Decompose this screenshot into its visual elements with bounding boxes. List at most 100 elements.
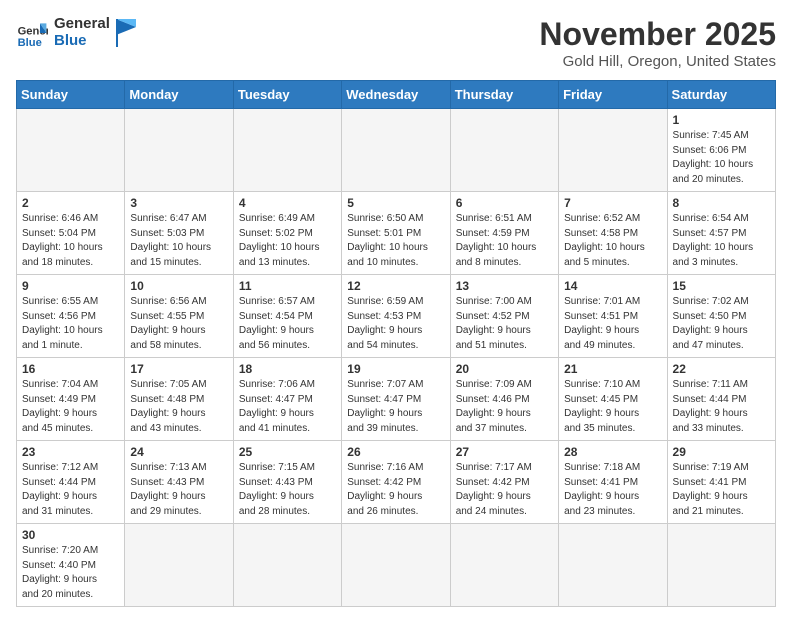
day-number: 26 xyxy=(347,445,444,459)
day-number: 9 xyxy=(22,279,119,293)
calendar-cell xyxy=(233,109,341,192)
calendar-week-row: 9 Sunrise: 6:55 AM Sunset: 4:56 PM Daylig… xyxy=(17,275,776,358)
calendar-cell: 20 Sunrise: 7:09 AM Sunset: 4:46 PM Dayli… xyxy=(450,358,558,441)
day-number: 8 xyxy=(673,196,770,210)
logo-flag-icon xyxy=(116,19,136,47)
day-number: 10 xyxy=(130,279,227,293)
calendar-cell: 30Sunrise: 7:20 AM Sunset: 4:40 PM Dayli… xyxy=(17,524,125,607)
calendar-table: SundayMondayTuesdayWednesdayThursdayFrid… xyxy=(16,80,776,607)
day-number: 13 xyxy=(456,279,553,293)
day-number: 21 xyxy=(564,362,661,376)
day-number: 12 xyxy=(347,279,444,293)
calendar-cell: 26 Sunrise: 7:16 AM Sunset: 4:42 PM Dayli… xyxy=(342,441,450,524)
svg-text:Blue: Blue xyxy=(18,36,42,48)
calendar-cell: 19 Sunrise: 7:07 AM Sunset: 4:47 PM Dayli… xyxy=(342,358,450,441)
day-number: 14 xyxy=(564,279,661,293)
calendar-cell xyxy=(559,524,667,607)
calendar-cell: 7 Sunrise: 6:52 AM Sunset: 4:58 PM Daylig… xyxy=(559,192,667,275)
day-number: 25 xyxy=(239,445,336,459)
weekday-header-sunday: Sunday xyxy=(17,81,125,109)
day-info: Sunrise: 6:50 AM Sunset: 5:01 PM Dayligh… xyxy=(347,212,444,270)
calendar-cell: 29 Sunrise: 7:19 AM Sunset: 4:41 PM Dayli… xyxy=(667,441,775,524)
calendar-cell xyxy=(342,109,450,192)
day-number: 20 xyxy=(456,362,553,376)
day-number: 15 xyxy=(673,279,770,293)
calendar-cell: 13Sunrise: 7:00 AM Sunset: 4:52 PM Dayli… xyxy=(450,275,558,358)
day-info: Sunrise: 7:11 AM Sunset: 4:44 PM Dayligh… xyxy=(673,378,770,436)
calendar-cell: 22 Sunrise: 7:11 AM Sunset: 4:44 PM Dayli… xyxy=(667,358,775,441)
location-title: Gold Hill, Oregon, United States xyxy=(539,53,776,70)
calendar-cell: 23 Sunrise: 7:12 AM Sunset: 4:44 PM Dayli… xyxy=(17,441,125,524)
calendar-cell: 25 Sunrise: 7:15 AM Sunset: 4:43 PM Dayli… xyxy=(233,441,341,524)
day-info: Sunrise: 7:15 AM Sunset: 4:43 PM Dayligh… xyxy=(239,461,336,519)
day-info: Sunrise: 7:01 AM Sunset: 4:51 PM Dayligh… xyxy=(564,295,661,353)
day-info: Sunrise: 6:54 AM Sunset: 4:57 PM Dayligh… xyxy=(673,212,770,270)
calendar-cell xyxy=(450,109,558,192)
weekday-header-saturday: Saturday xyxy=(667,81,775,109)
weekday-header-monday: Monday xyxy=(125,81,233,109)
day-number: 27 xyxy=(456,445,553,459)
day-info: Sunrise: 6:52 AM Sunset: 4:58 PM Dayligh… xyxy=(564,212,661,270)
calendar-cell xyxy=(342,524,450,607)
calendar-cell: 21Sunrise: 7:10 AM Sunset: 4:45 PM Dayli… xyxy=(559,358,667,441)
calendar-cell: 5Sunrise: 6:50 AM Sunset: 5:01 PM Daylig… xyxy=(342,192,450,275)
page-header: General Blue General Blue November 2025 … xyxy=(16,16,776,70)
calendar-week-row: 23 Sunrise: 7:12 AM Sunset: 4:44 PM Dayli… xyxy=(17,441,776,524)
day-number: 11 xyxy=(239,279,336,293)
day-info: Sunrise: 6:55 AM Sunset: 4:56 PM Dayligh… xyxy=(22,295,119,353)
day-number: 6 xyxy=(456,196,553,210)
day-info: Sunrise: 7:06 AM Sunset: 4:47 PM Dayligh… xyxy=(239,378,336,436)
day-info: Sunrise: 7:05 AM Sunset: 4:48 PM Dayligh… xyxy=(130,378,227,436)
day-info: Sunrise: 7:13 AM Sunset: 4:43 PM Dayligh… xyxy=(130,461,227,519)
calendar-cell: 6Sunrise: 6:51 AM Sunset: 4:59 PM Daylig… xyxy=(450,192,558,275)
day-number: 7 xyxy=(564,196,661,210)
day-info: Sunrise: 6:57 AM Sunset: 4:54 PM Dayligh… xyxy=(239,295,336,353)
day-number: 22 xyxy=(673,362,770,376)
day-info: Sunrise: 7:04 AM Sunset: 4:49 PM Dayligh… xyxy=(22,378,119,436)
day-number: 17 xyxy=(130,362,227,376)
logo: General Blue General Blue xyxy=(16,16,136,49)
day-info: Sunrise: 6:49 AM Sunset: 5:02 PM Dayligh… xyxy=(239,212,336,270)
calendar-cell xyxy=(233,524,341,607)
calendar-cell: 24 Sunrise: 7:13 AM Sunset: 4:43 PM Dayli… xyxy=(125,441,233,524)
day-info: Sunrise: 6:56 AM Sunset: 4:55 PM Dayligh… xyxy=(130,295,227,353)
calendar-cell xyxy=(125,524,233,607)
day-number: 29 xyxy=(673,445,770,459)
calendar-cell: 27 Sunrise: 7:17 AM Sunset: 4:42 PM Dayli… xyxy=(450,441,558,524)
calendar-cell: 4Sunrise: 6:49 AM Sunset: 5:02 PM Daylig… xyxy=(233,192,341,275)
calendar-cell: 11 Sunrise: 6:57 AM Sunset: 4:54 PM Dayli… xyxy=(233,275,341,358)
day-number: 28 xyxy=(564,445,661,459)
calendar-cell xyxy=(559,109,667,192)
weekday-header-thursday: Thursday xyxy=(450,81,558,109)
weekday-header-wednesday: Wednesday xyxy=(342,81,450,109)
calendar-cell: 8 Sunrise: 6:54 AM Sunset: 4:57 PM Daylig… xyxy=(667,192,775,275)
day-info: Sunrise: 7:17 AM Sunset: 4:42 PM Dayligh… xyxy=(456,461,553,519)
day-number: 24 xyxy=(130,445,227,459)
logo-blue-text: Blue xyxy=(54,33,110,50)
day-number: 18 xyxy=(239,362,336,376)
calendar-cell xyxy=(450,524,558,607)
day-number: 19 xyxy=(347,362,444,376)
calendar-week-row: 16Sunrise: 7:04 AM Sunset: 4:49 PM Dayli… xyxy=(17,358,776,441)
calendar-cell: 18 Sunrise: 7:06 AM Sunset: 4:47 PM Dayli… xyxy=(233,358,341,441)
calendar-cell: 12Sunrise: 6:59 AM Sunset: 4:53 PM Dayli… xyxy=(342,275,450,358)
day-info: Sunrise: 7:09 AM Sunset: 4:46 PM Dayligh… xyxy=(456,378,553,436)
calendar-cell: 16Sunrise: 7:04 AM Sunset: 4:49 PM Dayli… xyxy=(17,358,125,441)
day-info: Sunrise: 7:12 AM Sunset: 4:44 PM Dayligh… xyxy=(22,461,119,519)
day-info: Sunrise: 7:16 AM Sunset: 4:42 PM Dayligh… xyxy=(347,461,444,519)
day-number: 3 xyxy=(130,196,227,210)
calendar-week-row: 1Sunrise: 7:45 AM Sunset: 6:06 PM Daylig… xyxy=(17,109,776,192)
day-info: Sunrise: 7:19 AM Sunset: 4:41 PM Dayligh… xyxy=(673,461,770,519)
calendar-cell xyxy=(17,109,125,192)
day-number: 23 xyxy=(22,445,119,459)
calendar-cell xyxy=(125,109,233,192)
logo-general-text: General xyxy=(54,16,110,33)
day-info: Sunrise: 7:07 AM Sunset: 4:47 PM Dayligh… xyxy=(347,378,444,436)
calendar-cell: 14 Sunrise: 7:01 AM Sunset: 4:51 PM Dayli… xyxy=(559,275,667,358)
month-title: November 2025 xyxy=(539,16,776,53)
day-number: 30 xyxy=(22,528,119,542)
day-info: Sunrise: 6:47 AM Sunset: 5:03 PM Dayligh… xyxy=(130,212,227,270)
day-info: Sunrise: 7:02 AM Sunset: 4:50 PM Dayligh… xyxy=(673,295,770,353)
day-info: Sunrise: 7:18 AM Sunset: 4:41 PM Dayligh… xyxy=(564,461,661,519)
calendar-cell: 17 Sunrise: 7:05 AM Sunset: 4:48 PM Dayli… xyxy=(125,358,233,441)
